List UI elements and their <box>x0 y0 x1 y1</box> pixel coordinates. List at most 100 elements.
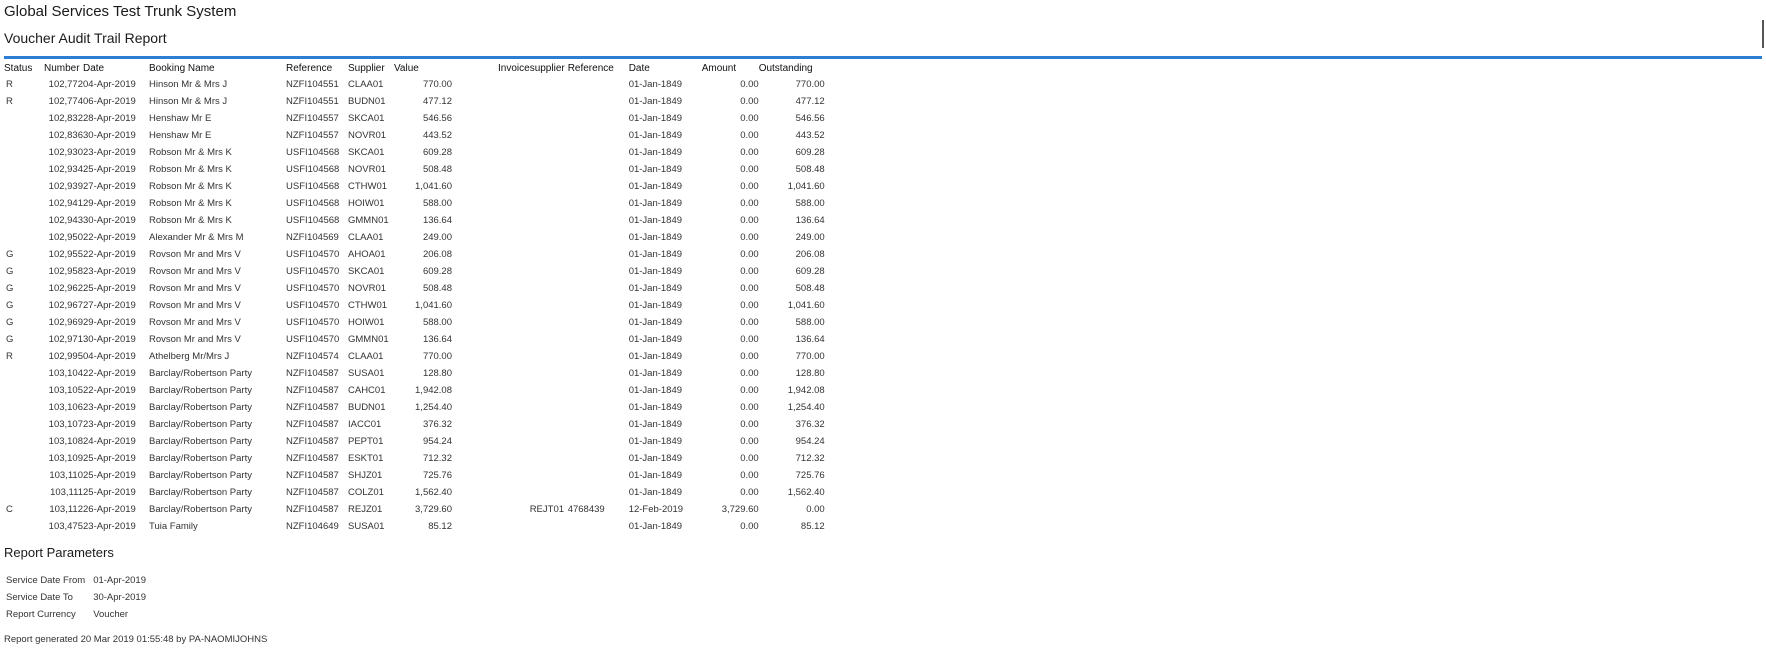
cell-status <box>4 365 44 382</box>
cell-supplier: NOVR01 <box>348 283 387 294</box>
cell-amount: 0.00 <box>740 147 759 158</box>
cell-invoice-supplier <box>530 348 568 365</box>
cell-reference: USFI104570 <box>286 317 340 328</box>
cell-amount: 0.00 <box>740 351 759 362</box>
cell-status: R <box>6 96 13 107</box>
table-row: 103,110 25-Apr-2019 Barclay/Robertson Part… <box>4 467 825 484</box>
cell-outstanding: 0.00 <box>806 504 825 515</box>
table-row: 102,943 30-Apr-2019 Robson Mr & Mrs K USFI1… <box>4 212 825 229</box>
cell-invoice-reference <box>568 348 629 365</box>
table-row: G 102,958 23-Apr-2019 Rovson Mr and Mrs V US… <box>4 263 825 280</box>
cell-number: 102,943 <box>48 215 83 226</box>
report-generated-footer: Report generated 20 Mar 2019 01:55:48 by… <box>4 634 268 645</box>
cell-reference: NZFI104587 <box>286 436 339 447</box>
cell-amount: 0.00 <box>740 249 759 260</box>
cell-outstanding: 546.56 <box>795 113 825 124</box>
cell-reference: USFI104568 <box>286 181 340 192</box>
cell-outstanding: 609.28 <box>795 266 825 277</box>
cell-supplier: BUDN01 <box>348 402 386 413</box>
cell-date: 23-Apr-2019 <box>83 402 136 413</box>
table-row: 102,930 23-Apr-2019 Robson Mr & Mrs K USFI1… <box>4 144 825 161</box>
cell-outstanding: 725.76 <box>795 470 825 481</box>
cell-value: 1,041.60 <box>415 300 452 311</box>
table-row: 102,950 22-Apr-2019 Alexander Mr & Mrs M NZ… <box>4 229 825 246</box>
cell-reference: NZFI104551 <box>286 79 339 90</box>
cell-date: 04-Apr-2019 <box>83 351 136 362</box>
cell-invoice <box>452 484 530 501</box>
table-row: 102,934 25-Apr-2019 Robson Mr & Mrs K USFI1… <box>4 161 825 178</box>
cell-number: 102,772 <box>48 79 83 90</box>
cell-invoice-reference <box>568 450 629 467</box>
cell-outstanding: 954.24 <box>795 436 825 447</box>
cell-amount: 0.00 <box>740 266 759 277</box>
cell-number: 102,934 <box>48 164 83 175</box>
cell-invoice <box>452 263 530 280</box>
param-value: 01-Apr-2019 <box>93 575 146 586</box>
cell-invoice <box>452 144 530 161</box>
cell-outstanding: 206.08 <box>795 249 825 260</box>
cell-date: 27-Apr-2019 <box>83 181 136 192</box>
cell-invoice-date: 01-Jan-1849 <box>628 334 683 345</box>
param-label: Service Date From <box>6 575 86 586</box>
cell-invoice-reference <box>568 416 629 433</box>
cell-status <box>4 450 44 467</box>
table-row: 103,111 25-Apr-2019 Barclay/Robertson Part… <box>4 484 825 501</box>
cell-outstanding: 712.32 <box>795 453 825 464</box>
cell-date: 29-Apr-2019 <box>83 317 136 328</box>
cell-date: 25-Apr-2019 <box>83 487 136 498</box>
cell-invoice <box>452 399 530 416</box>
cell-outstanding: 1,942.08 <box>787 385 825 396</box>
cell-date: 06-Apr-2019 <box>83 96 136 107</box>
cell-reference: NZFI104587 <box>286 487 339 498</box>
cell-supplier: SUSA01 <box>348 521 385 532</box>
cell-invoice-date: 01-Jan-1849 <box>628 130 683 141</box>
param-row: Report Currency Voucher <box>6 606 154 623</box>
cell-amount: 0.00 <box>740 453 759 464</box>
cell-reference: USFI104568 <box>286 198 340 209</box>
table-header-row: Status Number Date Booking Name Referenc… <box>4 61 825 76</box>
cell-number: 102,969 <box>48 317 83 328</box>
cell-invoice-date: 01-Jan-1849 <box>628 181 683 192</box>
params-body: Service Date From 01-Apr-2019 Service Date… <box>6 572 154 623</box>
cell-status <box>4 178 44 195</box>
cell-number: 103,112 <box>49 504 83 515</box>
col-header-status: Status <box>4 63 33 74</box>
cell-number: 103,108 <box>48 436 83 447</box>
cell-supplier: BUDN01 <box>348 96 386 107</box>
cell-booking-name: Rovson Mr and Mrs V <box>149 334 241 345</box>
cell-supplier: NOVR01 <box>348 164 387 175</box>
col-header-invoice-supplier: supplier <box>529 63 565 74</box>
cell-booking-name: Robson Mr & Mrs K <box>149 147 232 158</box>
cell-reference: NZFI104557 <box>286 130 339 141</box>
cell-supplier: CLAA01 <box>348 79 384 90</box>
cell-status <box>4 416 44 433</box>
cell-invoice-supplier <box>530 331 568 348</box>
cell-supplier: CLAA01 <box>348 351 384 362</box>
cell-invoice <box>452 501 530 518</box>
cell-number: 102,955 <box>48 249 83 260</box>
cell-status: G <box>6 249 14 260</box>
cell-invoice-date: 01-Jan-1849 <box>628 164 683 175</box>
cell-booking-name: Barclay/Robertson Party <box>149 504 252 515</box>
cell-supplier: HOIW01 <box>348 317 385 328</box>
col-header-invoice-reference: Reference <box>567 63 614 74</box>
cell-invoice-supplier <box>530 382 568 399</box>
cell-booking-name: Alexander Mr & Mrs M <box>149 232 244 243</box>
cell-reference: NZFI104587 <box>286 402 339 413</box>
voucher-audit-table: Status Number Date Booking Name Referenc… <box>4 61 825 535</box>
cell-booking-name: Barclay/Robertson Party <box>149 453 252 464</box>
cell-reference: NZFI104574 <box>286 351 339 362</box>
cell-reference: USFI104570 <box>286 283 340 294</box>
cell-value: 588.00 <box>422 317 452 328</box>
cell-supplier: SHJZ01 <box>348 470 383 481</box>
cell-outstanding: 1,041.60 <box>787 181 825 192</box>
cell-invoice-supplier <box>530 212 568 229</box>
cell-outstanding: 1,254.40 <box>787 402 825 413</box>
table-body: R 102,772 04-Apr-2019 Hinson Mr & Mrs J NZFI… <box>4 76 825 535</box>
cell-date: 04-Apr-2019 <box>83 79 136 90</box>
cell-outstanding: 588.00 <box>795 317 825 328</box>
cell-invoice-supplier <box>530 467 568 484</box>
cell-invoice-reference <box>568 195 629 212</box>
table-row: 103,105 22-Apr-2019 Barclay/Robertson Part… <box>4 382 825 399</box>
table-row: G 102,967 27-Apr-2019 Rovson Mr and Mrs V US… <box>4 297 825 314</box>
